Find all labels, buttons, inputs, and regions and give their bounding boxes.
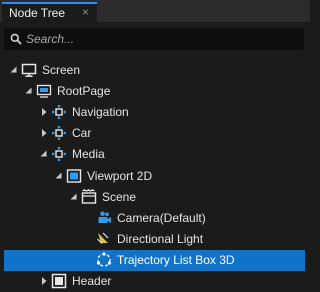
expand-arrow-open-icon[interactable] — [54, 171, 64, 181]
search-input[interactable] — [26, 28, 296, 50]
expand-arrow-open-icon[interactable] — [39, 149, 49, 159]
node-icon — [52, 147, 66, 162]
tree-node-suffix: (Default) — [159, 210, 206, 225]
expand-arrow-open-icon[interactable] — [9, 65, 19, 75]
tree-node[interactable]: Screen — [0, 60, 310, 81]
light-icon — [97, 232, 109, 244]
viewport-icon — [66, 168, 82, 183]
tree-node[interactable]: Camera(Default) — [0, 208, 310, 229]
header-icon — [51, 273, 67, 289]
expand-arrow-closed-icon[interactable] — [39, 128, 49, 138]
tree-node-label: Media — [72, 147, 105, 162]
camera-icon — [98, 211, 111, 223]
tree-node-label: Camera(Default) — [117, 210, 206, 225]
tab-title: Node Tree — [9, 6, 66, 20]
tree-node-label: Scene — [102, 189, 137, 204]
tree-node-label: Directional Light — [117, 231, 204, 246]
page-icon — [36, 84, 52, 98]
scene-icon — [81, 188, 97, 204]
tree-node[interactable]: Header — [0, 271, 310, 292]
node-icon — [52, 105, 66, 120]
close-icon[interactable]: × — [82, 5, 89, 19]
tree-node-label: Navigation — [72, 105, 129, 120]
expand-arrow-closed-icon[interactable] — [39, 107, 49, 117]
tree-node-label: Screen — [42, 63, 81, 77]
tree-node[interactable]: Car — [0, 123, 310, 144]
trajectory-icon — [96, 252, 112, 267]
tree-node[interactable]: Trajectory List Box 3D — [4, 249, 305, 271]
tree-node[interactable]: Viewport 2D — [0, 166, 310, 187]
tab-node-tree[interactable]: Node Tree × — [2, 2, 97, 22]
monitor-icon — [21, 63, 37, 77]
tree-node-label: Car — [72, 126, 92, 141]
tree-node[interactable]: RootPage — [0, 81, 310, 102]
tree-node[interactable]: Media — [0, 144, 310, 165]
tree-node[interactable]: Directional Light — [0, 229, 310, 250]
expand-arrow-open-icon[interactable] — [24, 86, 34, 96]
tree-node[interactable]: Navigation — [0, 102, 310, 123]
tree-node-label: Trajectory List Box 3D — [117, 252, 235, 267]
tree-node-label: Viewport 2D — [87, 168, 153, 183]
expand-arrow-closed-icon[interactable] — [39, 276, 49, 286]
node-icon — [52, 126, 66, 141]
tree-node-label: RootPage — [57, 84, 111, 99]
tree-node-label: Header — [72, 274, 112, 288]
expand-arrow-open-icon[interactable] — [69, 192, 79, 202]
search-icon — [10, 33, 22, 45]
tab-bar: Node Tree × — [0, 0, 310, 22]
tree-node[interactable]: Scene — [0, 187, 310, 208]
search-box[interactable] — [4, 28, 304, 50]
